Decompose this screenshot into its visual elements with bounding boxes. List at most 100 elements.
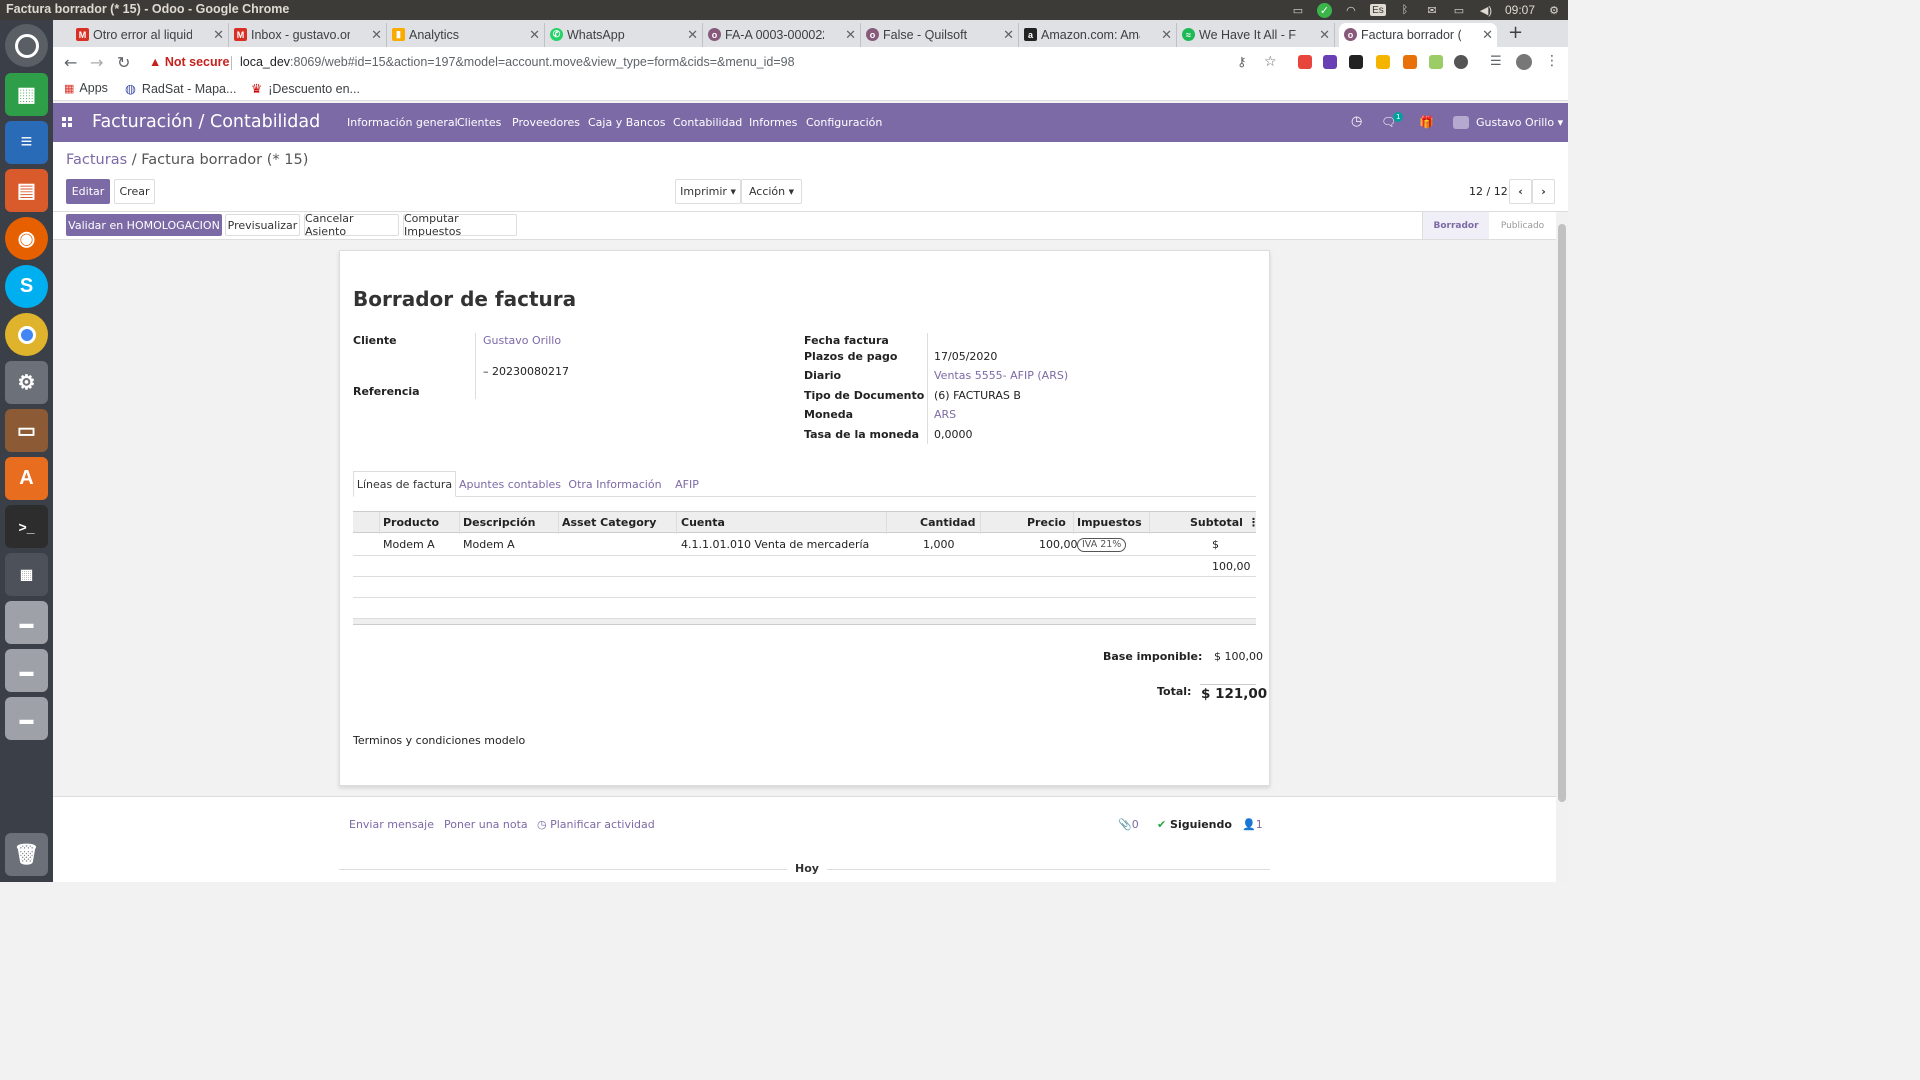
menu-informacion-general[interactable]: Información general	[347, 116, 458, 129]
col-descripcion[interactable]: Descripción	[463, 512, 535, 534]
tasa-moneda-field[interactable]: 0,0000	[934, 428, 973, 441]
menu-clientes[interactable]: Clientes	[457, 116, 501, 129]
system-tools-icon[interactable]: ⚙	[5, 361, 48, 404]
col-producto[interactable]: Producto	[383, 512, 439, 534]
chrome-icon[interactable]	[5, 313, 48, 356]
extension-icon[interactable]	[1376, 55, 1390, 69]
keyboard-layout[interactable]: Es	[1369, 4, 1386, 16]
forward-icon[interactable]: →	[90, 53, 103, 72]
menu-configuracion[interactable]: Configuración	[806, 116, 882, 129]
terms-and-conditions[interactable]: Terminos y condiciones modelo	[353, 734, 525, 747]
close-tab-icon[interactable]: ✕	[371, 27, 382, 43]
software-center-icon[interactable]: A	[5, 457, 48, 500]
table-row[interactable]: Modem A Modem A 4.1.1.01.010 Venta de me…	[353, 534, 1256, 573]
check-icon[interactable]: ✓	[1316, 2, 1332, 18]
schedule-activity-button[interactable]: ◷ Planificar actividad	[537, 818, 655, 831]
back-icon[interactable]: ←	[64, 53, 77, 72]
apps-menu-icon[interactable]	[62, 117, 72, 127]
browser-tab[interactable]: M Inbox - gustavo.orr ✕	[229, 23, 387, 47]
bookmark-star-icon[interactable]: ☆	[1264, 54, 1277, 70]
status-publicado[interactable]: Publicado	[1489, 212, 1556, 239]
wifi-icon[interactable]: ◠	[1343, 4, 1359, 17]
col-cuenta[interactable]: Cuenta	[681, 512, 725, 534]
close-tab-icon[interactable]: ✕	[1161, 27, 1172, 43]
browser-menu-icon[interactable]: ⋮	[1545, 53, 1559, 69]
close-tab-icon[interactable]: ✕	[1003, 27, 1014, 43]
col-precio[interactable]: Precio	[1027, 512, 1066, 534]
pager-value[interactable]: 12 / 12	[1469, 185, 1508, 198]
col-impuestos[interactable]: Impuestos	[1077, 512, 1142, 534]
tab-afip[interactable]: AFIP	[667, 471, 707, 497]
gift-icon[interactable]: 🎁	[1419, 115, 1434, 129]
tab-apuntes-contables[interactable]: Apuntes contables	[457, 471, 563, 497]
print-dropdown[interactable]: Imprimir ▼	[675, 179, 741, 204]
plazos-de-pago-field[interactable]: 17/05/2020	[934, 350, 997, 363]
extension-icon[interactable]	[1323, 55, 1337, 69]
browser-tab[interactable]: oFA-A 0003-0000223✕	[703, 23, 861, 47]
scrollbar-thumb[interactable]	[1558, 224, 1566, 802]
browser-tab[interactable]: o False - Quilsoft ✕	[861, 23, 1019, 47]
extension-icon[interactable]	[1349, 55, 1363, 69]
mail-icon[interactable]: ✉	[1424, 4, 1440, 17]
page-scrollbar[interactable]	[1556, 212, 1568, 882]
tab-otra-informacion[interactable]: Otra Información	[565, 471, 665, 497]
workspace-switcher-icon[interactable]: ▦	[5, 553, 48, 596]
cancel-entry-button[interactable]: Cancelar Asiento	[304, 212, 399, 238]
bookmark-descuento[interactable]: ♛ ¡Descuento en...	[251, 81, 360, 97]
breadcrumb-facturas[interactable]: Facturas	[66, 152, 127, 168]
impress-icon[interactable]: ▤	[5, 169, 48, 212]
volume-icon[interactable]: ◀)	[1478, 4, 1494, 17]
menu-contabilidad[interactable]: Contabilidad	[673, 116, 742, 129]
col-subtotal[interactable]: Subtotal	[1190, 512, 1243, 534]
cliente-field[interactable]: Gustavo Orillo	[483, 334, 561, 347]
attachments-button[interactable]: 📎0	[1118, 818, 1139, 831]
close-tab-icon[interactable]: ✕	[529, 27, 540, 43]
bookmark-radsat[interactable]: ◍ RadSat - Mapa...	[125, 81, 236, 97]
extension-icon[interactable]	[1429, 55, 1443, 69]
moneda-field[interactable]: ARS	[934, 408, 956, 421]
menu-proveedores[interactable]: Proveedores	[512, 116, 580, 129]
create-button[interactable]: Crear	[114, 179, 155, 204]
menu-caja-y-bancos[interactable]: Caja y Bancos	[588, 116, 666, 129]
menu-informes[interactable]: Informes	[749, 116, 797, 129]
media-control-icon[interactable]: ☰	[1490, 54, 1502, 69]
user-menu[interactable]: Gustavo Orillo ▾	[1476, 116, 1563, 129]
close-tab-icon[interactable]: ✕	[213, 27, 224, 43]
drive-icon[interactable]: ▬	[5, 697, 48, 740]
close-tab-icon[interactable]: ✕	[1319, 27, 1330, 43]
activity-clock-icon[interactable]: ◷	[1351, 114, 1362, 129]
trash-icon[interactable]: 🗑	[5, 833, 48, 876]
extension-icon[interactable]	[1454, 55, 1468, 69]
bookmark-apps[interactable]: ▦ Apps	[64, 81, 108, 95]
col-cantidad[interactable]: Cantidad	[920, 512, 976, 534]
security-indicator[interactable]: ▲ Not secure	[149, 55, 229, 69]
clock[interactable]: 09:07	[1505, 3, 1535, 17]
key-icon[interactable]: ⚷	[1237, 55, 1247, 70]
skype-icon[interactable]: S	[5, 265, 48, 308]
browser-tab[interactable]: ▮ Analytics ✕	[387, 23, 545, 47]
url-input[interactable]: loca_dev:8069/web#id=15&action=197&model…	[240, 55, 795, 69]
log-note-button[interactable]: Poner una nota	[444, 818, 528, 831]
diario-field[interactable]: Ventas 5555- AFIP (ARS)	[934, 369, 1068, 382]
close-tab-icon[interactable]: ✕	[845, 27, 856, 43]
browser-tab[interactable]: M Otro error al liquid ✕	[71, 23, 229, 47]
app-title[interactable]: Facturación / Contabilidad	[92, 112, 320, 132]
pager-next-button[interactable]: ›	[1532, 179, 1555, 204]
drive-icon[interactable]: ▬	[5, 601, 48, 644]
pager-previous-button[interactable]: ‹	[1509, 179, 1532, 204]
edit-button[interactable]: Editar	[66, 179, 110, 204]
action-dropdown[interactable]: Acción ▼	[741, 179, 802, 204]
firefox-icon[interactable]: ◉	[5, 217, 48, 260]
reload-icon[interactable]: ↻	[117, 53, 130, 72]
extension-icon[interactable]	[1403, 55, 1417, 69]
following-button[interactable]: ✔ Siguiendo	[1157, 818, 1232, 831]
spreadsheet-icon[interactable]: ▦	[5, 73, 48, 116]
close-tab-icon[interactable]: ✕	[687, 27, 698, 43]
user-avatar[interactable]	[1453, 116, 1469, 129]
drive-icon[interactable]: ▬	[5, 649, 48, 692]
ubuntu-dash-icon[interactable]	[5, 24, 48, 67]
tipo-documento-field[interactable]: (6) FACTURAS B	[934, 389, 1021, 402]
battery-icon[interactable]: ▭	[1451, 4, 1467, 17]
browser-tab[interactable]: ≈ We Have It All - F ✕	[1177, 23, 1335, 47]
compute-taxes-button[interactable]: Computar Impuestos	[403, 212, 517, 238]
